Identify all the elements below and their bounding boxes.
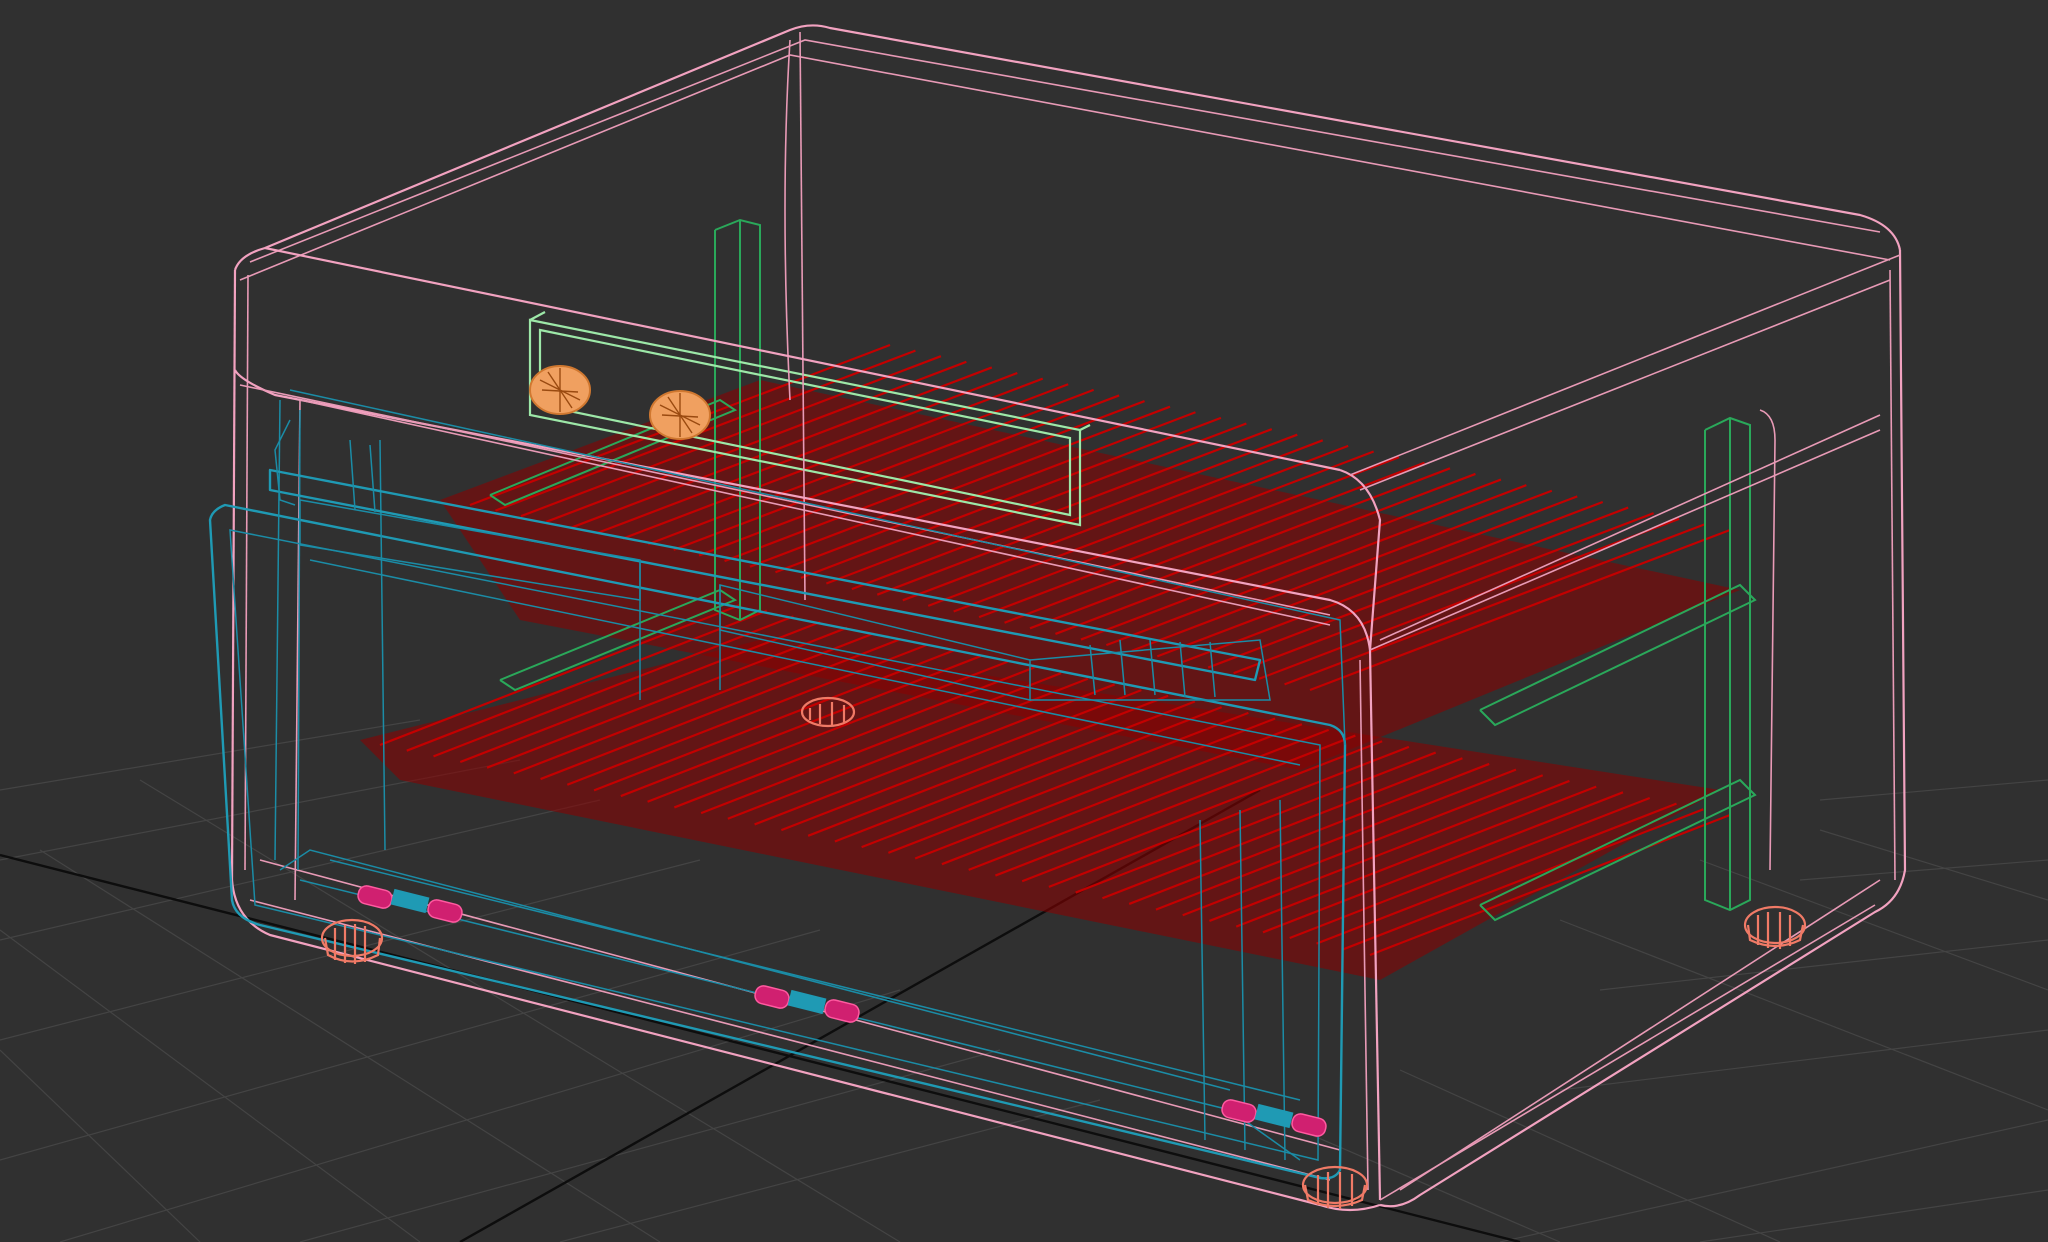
3d-viewport[interactable] — [0, 0, 2048, 1242]
control-knobs[interactable] — [529, 365, 711, 440]
knob-left-icon[interactable] — [529, 365, 591, 415]
foot-back-right-icon — [1743, 905, 1807, 949]
knob-right-icon[interactable] — [649, 390, 711, 440]
wireframe-scene[interactable] — [0, 0, 2048, 1242]
hinge-left-icon — [357, 885, 463, 923]
